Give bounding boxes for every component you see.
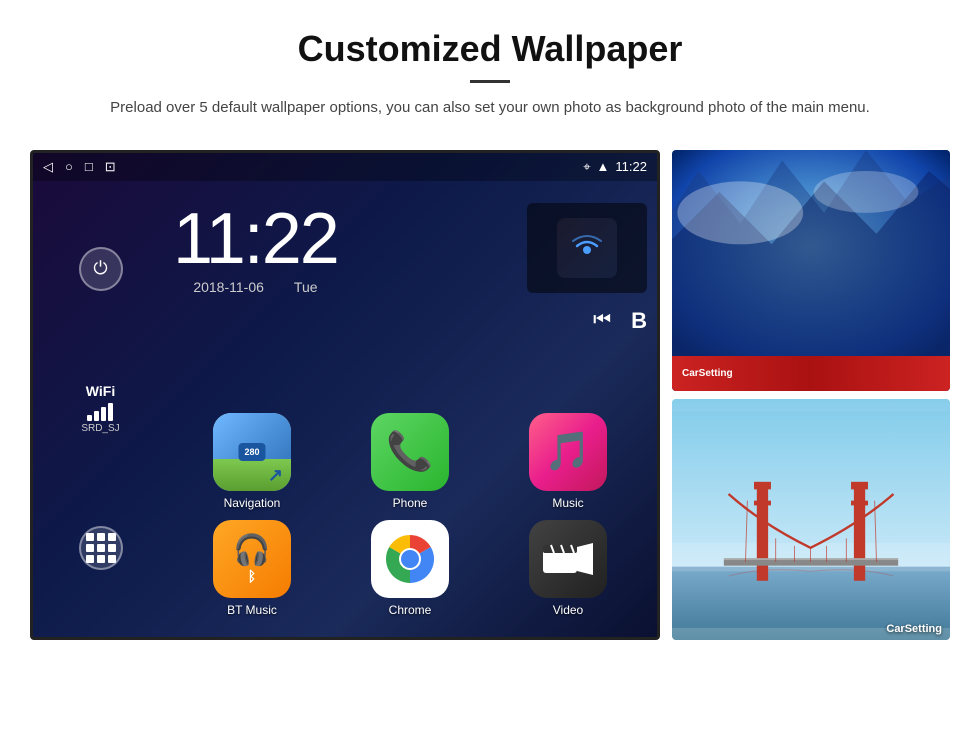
page-subtitle: Preload over 5 default wallpaper options… bbox=[80, 97, 900, 120]
status-bar: ◁ ○ □ ⊡ ⌖ ▲ 11:22 bbox=[33, 153, 657, 181]
main-content: ◁ ○ □ ⊡ ⌖ ▲ 11:22 ⏻ WiFi bbox=[0, 138, 980, 640]
video-icon bbox=[529, 520, 607, 598]
status-time: 11:22 bbox=[615, 159, 647, 174]
page-wrapper: Customized Wallpaper Preload over 5 defa… bbox=[0, 0, 980, 640]
nav-arrow-icon: ↗ bbox=[268, 465, 283, 486]
app-item-phone[interactable]: 📞 Phone bbox=[336, 413, 484, 510]
wifi-ssid: SRD_SJ bbox=[81, 423, 119, 434]
app-item-navigation[interactable]: 280 ↗ Navigation bbox=[178, 413, 326, 510]
gps-icon: ⌖ bbox=[583, 159, 590, 175]
wifi-bars bbox=[81, 401, 119, 421]
chrome-icon bbox=[371, 520, 449, 598]
music-icon: 🎵 bbox=[529, 413, 607, 491]
apps-grid-icon bbox=[86, 533, 116, 563]
panel-bottom: CarSetting bbox=[672, 399, 950, 640]
wifi-bar-1 bbox=[87, 415, 92, 421]
bt-music-icon: 🎧 ᛒ bbox=[213, 520, 291, 598]
wifi-bar-2 bbox=[94, 411, 99, 421]
page-header: Customized Wallpaper Preload over 5 defa… bbox=[0, 0, 980, 138]
navigation-label: Navigation bbox=[224, 496, 281, 510]
wifi-signal-icon bbox=[557, 218, 617, 278]
panel-top: CarSetting bbox=[672, 150, 950, 391]
status-left: ◁ ○ □ ⊡ bbox=[43, 159, 116, 175]
music-label: Music bbox=[552, 496, 583, 510]
chrome-label: Chrome bbox=[389, 603, 432, 617]
signal-icon: ▲ bbox=[597, 159, 610, 174]
clock-date-value: 2018-11-06 bbox=[193, 279, 264, 295]
media-controls: ⏮ B bbox=[593, 308, 647, 334]
title-divider bbox=[470, 80, 510, 83]
phone-icon: 📞 bbox=[371, 413, 449, 491]
video-label: Video bbox=[553, 603, 583, 617]
power-icon: ⏻ bbox=[93, 258, 107, 279]
app-item-music[interactable]: 🎵 Music bbox=[494, 413, 642, 510]
nav-shield-label: 280 bbox=[238, 443, 265, 461]
wifi-bar-4 bbox=[108, 403, 113, 421]
home-icon[interactable]: ○ bbox=[65, 159, 73, 174]
phone-label: Phone bbox=[393, 496, 428, 510]
app-item-chrome[interactable]: Chrome bbox=[336, 520, 484, 617]
skip-prev-icon[interactable]: ⏮ bbox=[593, 309, 611, 332]
navigation-icon: 280 ↗ bbox=[213, 413, 291, 491]
app-item-bt-music[interactable]: 🎧 ᛒ BT Music bbox=[178, 520, 326, 617]
car-setting-label-bottom: CarSetting bbox=[886, 623, 942, 635]
power-button[interactable]: ⏻ bbox=[79, 247, 123, 291]
page-title: Customized Wallpaper bbox=[80, 28, 900, 70]
bridge-scene bbox=[672, 399, 950, 640]
clock-time: 11:22 bbox=[173, 203, 338, 275]
app-item-video[interactable]: Video bbox=[494, 520, 642, 617]
back-icon[interactable]: ◁ bbox=[43, 159, 53, 175]
car-setting-label-top: CarSetting bbox=[682, 368, 733, 379]
notif-widget bbox=[527, 203, 647, 293]
wifi-bar-3 bbox=[101, 407, 106, 421]
media-letter-b: B bbox=[631, 308, 647, 334]
wifi-label: WiFi bbox=[81, 383, 119, 399]
bt-music-label: BT Music bbox=[227, 603, 277, 617]
clock-date: 2018-11-06 Tue bbox=[173, 279, 338, 295]
status-right: ⌖ ▲ 11:22 bbox=[583, 159, 647, 175]
app-grid: 280 ↗ Navigation 📞 Phone 🎵 bbox=[173, 413, 647, 617]
android-left-sidebar: ⏻ WiFi SRD_SJ bbox=[33, 181, 168, 637]
clock-day-value: Tue bbox=[294, 279, 318, 295]
wifi-widget: WiFi SRD_SJ bbox=[81, 383, 119, 434]
recents-icon[interactable]: □ bbox=[85, 159, 93, 174]
clock-area: 11:22 2018-11-06 Tue bbox=[173, 203, 338, 295]
android-screen: ◁ ○ □ ⊡ ⌖ ▲ 11:22 ⏻ WiFi bbox=[30, 150, 660, 640]
car-setting-strip: CarSetting bbox=[672, 356, 950, 391]
right-panels: CarSetting bbox=[672, 150, 950, 640]
apps-button[interactable] bbox=[79, 526, 123, 570]
screenshot-icon[interactable]: ⊡ bbox=[105, 159, 116, 175]
